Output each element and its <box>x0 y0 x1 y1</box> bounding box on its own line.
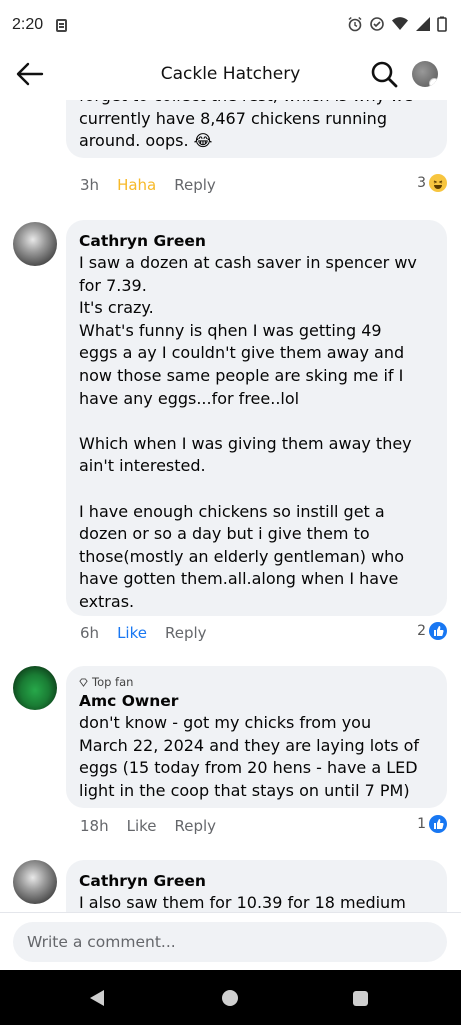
comment-text: forget to collect the rest, which is why… <box>79 100 413 151</box>
status-icons <box>347 16 447 36</box>
comment-item: Top fan Amc Owner don't know - got my ch… <box>0 666 461 866</box>
comment-text: don't know - got my chicks from you Marc… <box>79 713 420 800</box>
like-button[interactable]: Like <box>127 817 157 835</box>
comment-bubble[interactable]: Cathryn Green I also saw them for 10.39 … <box>66 860 447 912</box>
comment-bubble[interactable]: Top fan Amc Owner don't know - got my ch… <box>66 666 447 808</box>
comment-time: 3h <box>80 176 100 194</box>
reaction-summary[interactable]: 3 <box>417 174 447 192</box>
profile-avatar[interactable] <box>412 61 438 87</box>
like-button[interactable]: Like <box>117 624 147 642</box>
comment-time: 18h <box>80 817 109 835</box>
battery-icon <box>437 16 447 36</box>
comment-item: forget to collect the rest, which is why… <box>0 100 461 194</box>
reaction-count: 2 <box>417 623 426 639</box>
comment-bubble[interactable]: forget to collect the rest, which is why… <box>66 100 447 158</box>
comment-feed[interactable]: forget to collect the rest, which is why… <box>0 100 461 912</box>
search-icon[interactable] <box>370 60 398 88</box>
app-header: Cackle Hatchery <box>0 50 461 100</box>
comment-actions: 6h Like Reply <box>80 624 207 642</box>
avatar[interactable] <box>13 222 57 266</box>
avatar[interactable] <box>13 666 57 710</box>
top-fan-label: Top fan <box>92 675 134 689</box>
comment-actions: 3h Haha Reply <box>80 176 216 194</box>
signal-icon <box>415 16 431 36</box>
notification-icon <box>56 19 67 32</box>
wifi-icon <box>391 16 409 36</box>
diamond-icon <box>79 677 88 687</box>
nav-home-icon[interactable] <box>222 990 238 1006</box>
comment-author[interactable]: Cathryn Green <box>79 230 434 252</box>
comment-actions: 18h Like Reply <box>80 817 216 835</box>
nav-recents-icon[interactable] <box>353 991 368 1006</box>
top-fan-badge: Top fan <box>79 674 434 690</box>
comment-text: I saw a dozen at cash saver in spencer w… <box>79 253 417 611</box>
haha-emoji-icon <box>429 174 447 192</box>
comment-item: Cathryn Green I also saw them for 10.39 … <box>0 860 461 912</box>
comment-author[interactable]: Amc Owner <box>79 690 434 712</box>
reaction-summary[interactable]: 1 <box>417 815 447 833</box>
like-icon <box>429 622 447 640</box>
comment-input[interactable] <box>13 922 447 962</box>
system-nav-bar <box>0 970 461 1025</box>
comment-item: Cathryn Green I saw a dozen at cash save… <box>0 220 461 650</box>
sync-icon <box>369 16 385 36</box>
chevron-down-icon <box>429 78 438 87</box>
nav-back-icon[interactable] <box>90 990 104 1006</box>
avatar[interactable] <box>13 860 57 904</box>
reaction-count: 1 <box>417 816 426 832</box>
comment-text: I also saw them for 10.39 for 18 medium <box>79 893 406 912</box>
reply-button[interactable]: Reply <box>174 176 216 194</box>
comment-composer <box>0 912 461 971</box>
comment-bubble[interactable]: Cathryn Green I saw a dozen at cash save… <box>66 220 447 616</box>
alarm-icon <box>347 16 363 36</box>
like-icon <box>429 815 447 833</box>
reaction-summary[interactable]: 2 <box>417 622 447 640</box>
status-bar: 2:20 <box>0 0 461 50</box>
comment-author[interactable]: Cathryn Green <box>79 870 434 892</box>
status-time: 2:20 <box>12 16 44 33</box>
comment-time: 6h <box>80 624 100 642</box>
reply-button[interactable]: Reply <box>165 624 207 642</box>
reaction-count: 3 <box>417 175 426 191</box>
haha-button[interactable]: Haha <box>117 176 156 194</box>
reply-button[interactable]: Reply <box>175 817 217 835</box>
